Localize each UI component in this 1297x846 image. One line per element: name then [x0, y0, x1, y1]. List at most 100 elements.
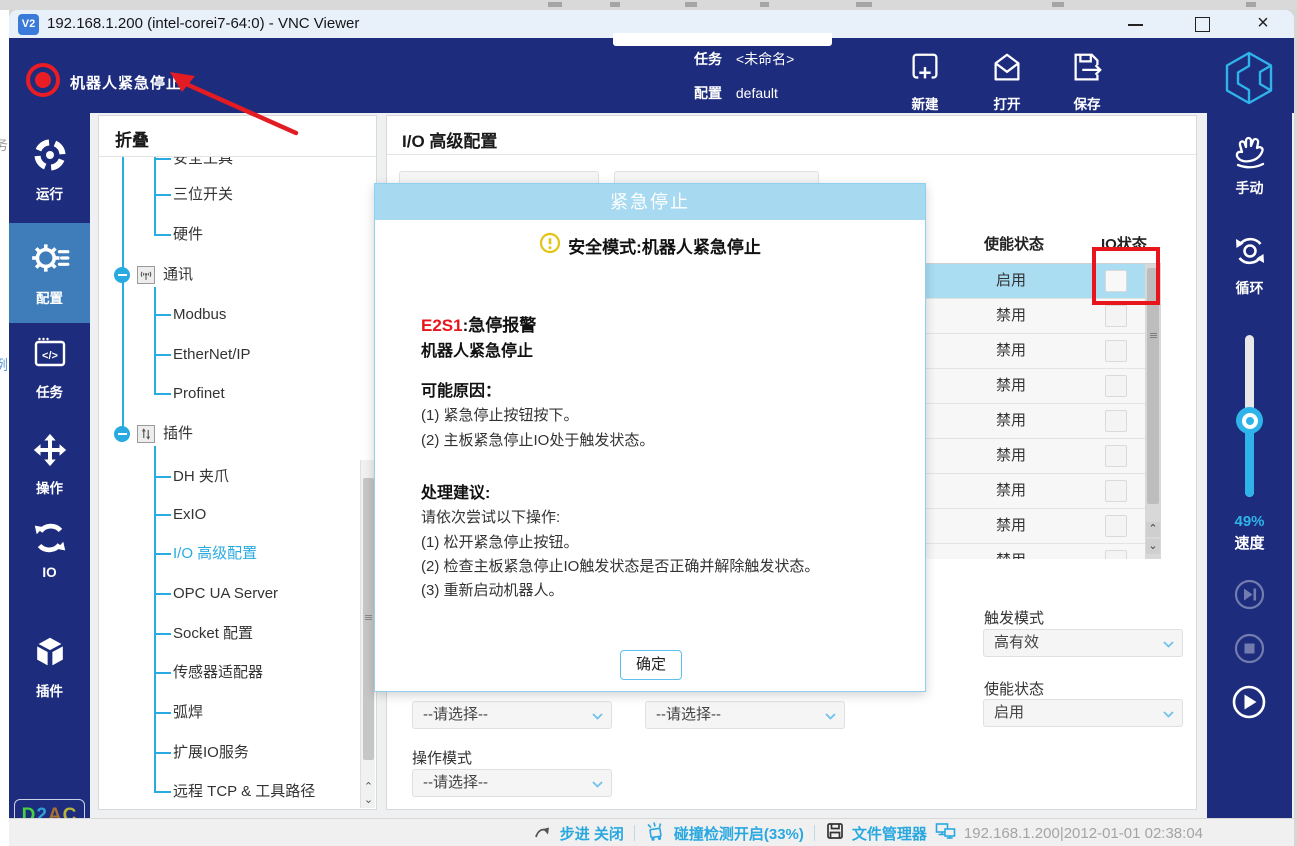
background-text-fragment: 例	[0, 355, 8, 375]
tree-item-sensor-adapter[interactable]: 传感器适配器	[173, 661, 263, 685]
tree-item-socket-config[interactable]: Socket 配置	[173, 622, 253, 646]
tree-item-extended-io-service[interactable]: 扩展IO服务	[173, 741, 249, 765]
tree-item-ethernet-ip[interactable]: EtherNet/IP	[173, 343, 251, 367]
tree-item-profinet[interactable]: Profinet	[173, 382, 225, 406]
sidebar-item-config[interactable]: 配置	[9, 223, 90, 323]
sidebar-item-plugin[interactable]: 插件	[9, 634, 90, 704]
suggestion-intro: 请依次尝试以下操作:	[421, 506, 560, 527]
background-window-fragment	[610, 2, 620, 7]
io-state-checkbox[interactable]	[1105, 410, 1127, 432]
app-header: 机器人紧急停止 任务 <未命名> 配置 default 新建	[9, 38, 1294, 113]
tree-branch-line	[154, 157, 156, 235]
hand-icon	[1229, 158, 1271, 175]
scroll-down-icon[interactable]: ⌄	[362, 794, 375, 807]
vnc-logo: V2	[18, 14, 39, 35]
tree-collapse-title[interactable]: 折叠	[115, 126, 149, 151]
tree-item-arc-welding[interactable]: 弧焊	[173, 701, 203, 725]
open-icon	[988, 73, 1026, 90]
cause-item: (1) 紧急停止按钮按下。	[421, 404, 579, 425]
background-window-fragment	[1246, 2, 1256, 7]
error-code: E2S1	[421, 316, 463, 335]
dialog-ok-button[interactable]: 确定	[620, 650, 682, 680]
brand-logo	[1222, 50, 1276, 111]
tree-item-dh-gripper[interactable]: DH 夹爪	[173, 465, 229, 489]
io-state-checkbox[interactable]	[1105, 515, 1127, 537]
cube-icon	[31, 659, 69, 676]
tree-item-communication[interactable]: 通讯	[163, 263, 193, 287]
tree-item-modbus[interactable]: Modbus	[173, 303, 226, 327]
scroll-up-icon[interactable]: ⌃	[362, 781, 375, 794]
bottom-select-2[interactable]: --请选择--	[645, 701, 845, 729]
collision-detect-icon	[645, 820, 667, 846]
stop-button[interactable]	[1233, 632, 1266, 665]
enable-state-select[interactable]: 启用	[983, 699, 1183, 727]
config-label: 配置	[694, 85, 722, 101]
background-window-fragment	[760, 2, 769, 7]
speed-slider-knob[interactable]	[1236, 407, 1263, 434]
io-state-checkbox[interactable]	[1105, 375, 1127, 397]
vnc-toolbar-tab[interactable]	[613, 33, 832, 46]
table-scrollbar[interactable]: ⌃ ⌄	[1145, 264, 1161, 559]
io-state-checkbox[interactable]	[1105, 305, 1127, 327]
background-window-fragment	[685, 2, 697, 7]
collision-detect-status[interactable]: 碰撞检测开启(33%)	[674, 823, 804, 844]
warning-icon	[539, 232, 561, 259]
scroll-down-icon[interactable]: ⌄	[1146, 539, 1160, 554]
tree-item-opc-ua-server[interactable]: OPC UA Server	[173, 582, 278, 606]
tree-item-remote-tcp-toolpath[interactable]: 远程 TCP & 工具路径	[173, 780, 315, 804]
cycle-mode-button[interactable]: 循环	[1207, 231, 1292, 298]
file-manager-link[interactable]: 文件管理器	[852, 823, 927, 844]
enable-state-cell: 禁用	[961, 334, 1061, 368]
save-button[interactable]: 保存	[1055, 50, 1119, 113]
io-state-checkbox[interactable]	[1105, 340, 1127, 362]
trigger-mode-select[interactable]: 高有效	[983, 629, 1183, 657]
sidebar-item-io[interactable]: IO	[9, 519, 90, 591]
manual-mode-label: 手动	[1207, 178, 1292, 198]
gear-icon	[29, 266, 71, 283]
tree-item-io-advanced-config[interactable]: I/O 高级配置	[173, 542, 257, 566]
tree-scrollbar[interactable]: ⌃ ⌄	[360, 460, 375, 808]
open-button[interactable]: 打开	[975, 50, 1039, 113]
io-state-checkbox[interactable]	[1105, 550, 1127, 559]
scroll-up-icon[interactable]: ⌃	[1146, 522, 1160, 537]
close-button[interactable]: ×	[1242, 10, 1284, 38]
task-row: 任务 <未命名>	[694, 49, 794, 69]
sidebar-item-operate[interactable]: 操作	[9, 431, 90, 501]
sidebar-item-label: 操作	[9, 477, 90, 497]
tree-collapse-toggle[interactable]	[114, 426, 130, 442]
save-button-label: 保存	[1055, 93, 1119, 113]
sidebar-item-run[interactable]: 运行	[9, 135, 90, 205]
tree-branch-line	[154, 287, 156, 394]
desktop-background-strip	[0, 0, 1297, 10]
sidebar-item-task[interactable]: </> 任务	[9, 335, 90, 405]
play-button[interactable]	[1231, 684, 1267, 720]
page-title: I/O 高级配置	[402, 127, 497, 152]
io-state-checkbox[interactable]	[1105, 480, 1127, 502]
estop-status-text: 机器人紧急停止	[70, 72, 182, 93]
tree-item-plugins[interactable]: 插件	[163, 422, 193, 446]
io-state-checkbox[interactable]	[1105, 445, 1127, 467]
tree-item-three-position-switch[interactable]: 三位开关	[173, 183, 233, 207]
maximize-button[interactable]	[1181, 10, 1223, 38]
tree-item-exio[interactable]: ExIO	[173, 503, 206, 527]
tree-branch-line	[122, 157, 124, 434]
new-button[interactable]: 新建	[893, 50, 957, 113]
divider	[814, 825, 815, 841]
manual-mode-button[interactable]: 手动	[1207, 133, 1292, 198]
tree-scrollbar-thumb[interactable]	[363, 478, 374, 760]
operation-mode-select[interactable]: --请选择--	[412, 769, 612, 797]
minimize-button[interactable]	[1114, 10, 1156, 38]
step-forward-button[interactable]	[1233, 578, 1266, 611]
operation-mode-label: 操作模式	[412, 747, 472, 768]
tree-item-hardware[interactable]: 硬件	[173, 223, 203, 247]
file-manager-icon	[825, 821, 845, 846]
tree-item-safety-tools[interactable]: 安全工具	[173, 157, 233, 171]
tree-collapse-toggle[interactable]	[114, 267, 130, 283]
step-mode-status[interactable]: 步进 关闭	[560, 823, 624, 844]
dialog-title[interactable]: 紧急停止	[375, 184, 925, 220]
column-header-enable-state: 使能状态	[984, 233, 1044, 254]
enable-state-cell: 禁用	[961, 509, 1061, 543]
error-name: :急停报警	[463, 316, 537, 335]
bottom-select-1[interactable]: --请选择--	[412, 701, 612, 729]
enable-state-cell: 禁用	[961, 474, 1061, 508]
